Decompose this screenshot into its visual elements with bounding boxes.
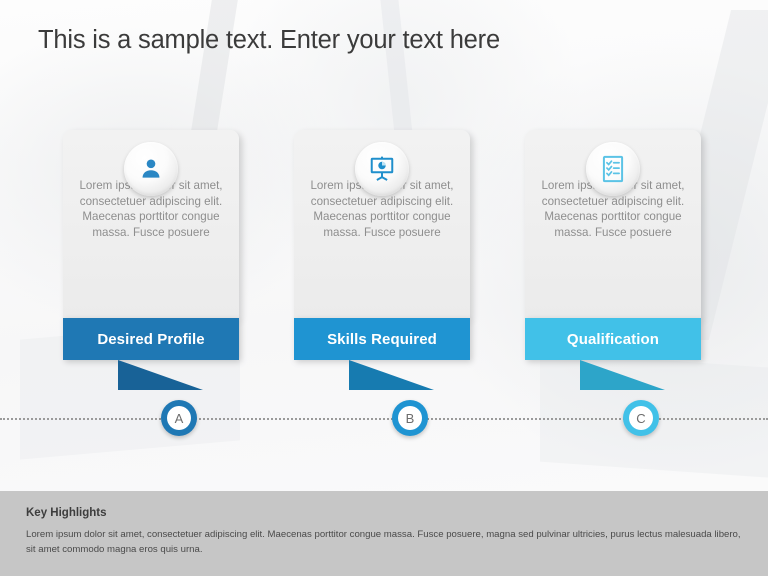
card-tail xyxy=(580,360,665,390)
card-body: Lorem ipsum dolor sit amet, consectetuer… xyxy=(525,130,701,318)
card-label: Skills Required xyxy=(327,330,437,348)
card-body: Lorem ipsum dolor sit amet, consectetuer… xyxy=(63,130,239,318)
card-skills-required[interactable]: Lorem ipsum dolor sit amet, consectetuer… xyxy=(294,130,470,390)
card-label: Desired Profile xyxy=(97,330,205,348)
timeline-marker-label: B xyxy=(398,406,422,430)
card-label: Qualification xyxy=(566,330,660,348)
key-highlights-panel: Key Highlights Lorem ipsum dolor sit ame… xyxy=(0,491,768,576)
card-desired-profile[interactable]: Lorem ipsum dolor sit amet, consectetuer… xyxy=(63,130,239,390)
card-qualification[interactable]: Lorem ipsum dolor sit amet, consectetuer… xyxy=(525,130,701,390)
timeline-marker-label: C xyxy=(629,406,653,430)
presentation-chart-icon xyxy=(355,142,409,196)
timeline-marker-label: A xyxy=(167,406,191,430)
timeline-marker-c[interactable]: C xyxy=(623,400,659,436)
card-body: Lorem ipsum dolor sit amet, consectetuer… xyxy=(294,130,470,318)
slide-canvas: This is a sample text. Enter your text h… xyxy=(0,0,768,576)
card-tail xyxy=(118,360,203,390)
key-highlights-title: Key Highlights xyxy=(26,507,107,519)
card-label-band[interactable]: Qualification xyxy=(525,318,701,390)
card-label-band[interactable]: Desired Profile xyxy=(63,318,239,390)
checklist-icon xyxy=(586,142,640,196)
person-icon xyxy=(124,142,178,196)
slide-title: This is a sample text. Enter your text h… xyxy=(38,26,500,54)
timeline-marker-b[interactable]: B xyxy=(392,400,428,436)
card-label-band[interactable]: Skills Required xyxy=(294,318,470,390)
key-highlights-text: Lorem ipsum dolor sit amet, consectetuer… xyxy=(26,529,741,555)
card-tail xyxy=(349,360,434,390)
timeline-marker-a[interactable]: A xyxy=(161,400,197,436)
